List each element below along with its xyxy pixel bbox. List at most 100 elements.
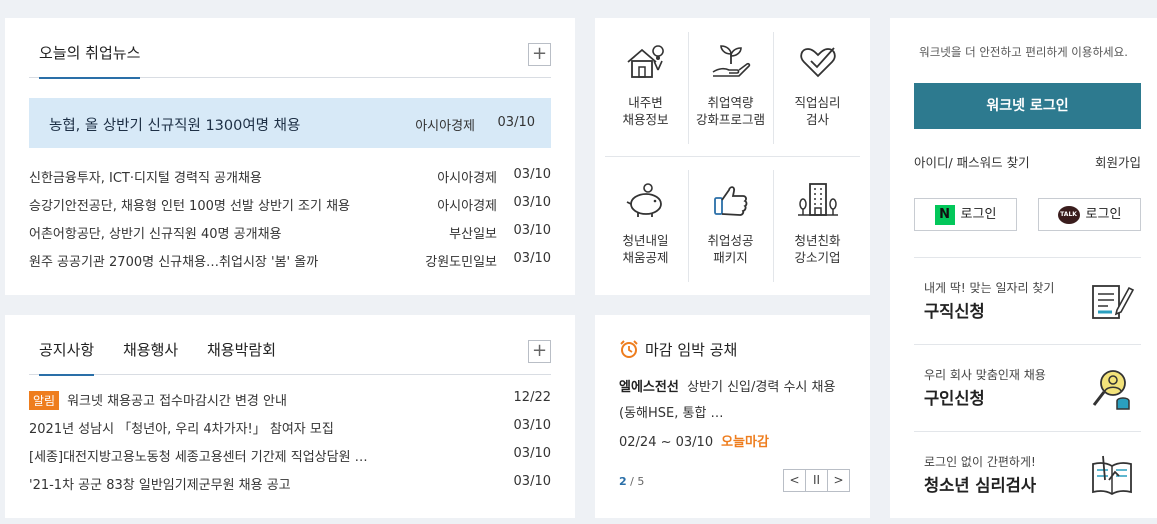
next-button[interactable]: > xyxy=(827,469,850,492)
pager-sep: / xyxy=(626,475,638,488)
news-item-title[interactable]: 어촌어항공단, 상반기 신규직원 40명 공개채용 xyxy=(29,223,409,242)
news-item-date: 03/10 xyxy=(513,223,551,238)
menu-label: 청년친화 xyxy=(794,233,841,248)
service-youth-psych-test[interactable]: 로그인 없이 간편하게! 청소년 심리검사 xyxy=(914,431,1141,518)
news-panel: 오늘의 취업뉴스 + 농협, 올 상반기 신규직원 1300여명 채용 아시아경… xyxy=(5,18,575,295)
pager-total: 5 xyxy=(637,475,645,488)
news-item-title[interactable]: 원주 공공기관 2700명 신규채용…취업시장 '봄' 올까 xyxy=(29,251,409,270)
headline-date: 03/10 xyxy=(497,115,535,130)
headline-source: 아시아경제 xyxy=(415,119,475,134)
deadline-company[interactable]: 엘에스전선 xyxy=(619,380,679,395)
news-item[interactable]: 신한금융투자, ICT·디지털 경력직 공개채용 아시아경제 03/10 xyxy=(29,161,551,189)
menu-youth-savings[interactable]: 청년내일채움공제 xyxy=(603,170,688,290)
news-item-source: 강원도민일보 xyxy=(425,255,497,270)
find-id-password-link[interactable]: 아이디/ 패스워드 찾기 xyxy=(914,152,1030,171)
menu-nearby-jobs[interactable]: 내주변 채용정보 xyxy=(603,32,688,152)
menu-career-program[interactable]: 취업역량강화프로그램 xyxy=(688,32,773,152)
divider xyxy=(773,170,774,282)
notice-item[interactable]: 알림 워크넷 채용공고 접수마감시간 변경 안내 12/22 xyxy=(29,384,551,412)
pause-button[interactable]: II xyxy=(805,469,828,492)
tab-job-fair[interactable]: 채용박람회 xyxy=(207,339,276,374)
service-sub: 우리 회사 맞춤인재 채용 xyxy=(924,368,1046,382)
notice-item-title[interactable]: 2021년 성남시 「청년아, 우리 4차가자!」 참여자 모집 xyxy=(29,418,469,437)
notice-item-date: 03/10 xyxy=(513,446,551,461)
news-more-button[interactable]: + xyxy=(528,43,551,66)
service-sub: 로그인 없이 간편하게! xyxy=(924,455,1036,469)
alarm-clock-icon xyxy=(620,340,638,358)
news-item[interactable]: 어촌어항공단, 상반기 신규직원 40명 공개채용 부산일보 03/10 xyxy=(29,217,551,245)
menu-success-package[interactable]: 취업성공패키지 xyxy=(688,170,773,290)
news-headline[interactable]: 농협, 올 상반기 신규직원 1300여명 채용 아시아경제 03/10 xyxy=(29,98,551,148)
join-link[interactable]: 회원가입 xyxy=(1095,152,1141,171)
worknet-login-button[interactable]: 워크넷 로그인 xyxy=(914,83,1141,129)
menu-small-giant-company[interactable]: 청년친화 강소기업 xyxy=(775,170,860,290)
news-item-source: 아시아경제 xyxy=(437,171,497,186)
notice-item-date: 12/22 xyxy=(513,390,551,405)
deadline-title-text: 마감 임박 공채 xyxy=(645,341,738,359)
service-title[interactable]: 구직신청 xyxy=(924,298,985,322)
deadline-job[interactable]: 엘에스전선 상반기 신입/경력 수시 채용(동해HSE, 통합 … xyxy=(619,375,850,427)
tab-recruit-event[interactable]: 채용행사 xyxy=(123,339,178,374)
login-panel: 워크넷을 더 안전하고 편리하게 이용하세요. 워크넷 로그인 아이디/ 패스워… xyxy=(890,18,1157,518)
notice-more-button[interactable]: + xyxy=(528,340,551,363)
kakao-talk-icon: TALK xyxy=(1057,205,1080,224)
house-location-icon xyxy=(626,45,664,78)
deadline-period: 02/24 ~ 03/10 오늘마감 xyxy=(619,431,769,450)
news-item-source: 아시아경제 xyxy=(437,199,497,214)
news-item-title[interactable]: 승강기안전공단, 채용형 인턴 100명 선발 상반기 조기 채용 xyxy=(29,195,409,214)
building-icon xyxy=(797,183,838,216)
menu-label: 검사 xyxy=(805,112,829,127)
menu-label: 강화프로그램 xyxy=(695,112,765,127)
menu-label: 청년내일 xyxy=(622,233,669,248)
menu-label: 직업심리 xyxy=(794,95,841,110)
menu-label: 채움공제 xyxy=(622,250,669,265)
news-item-date: 03/10 xyxy=(513,195,551,210)
thumbs-up-icon xyxy=(713,186,747,216)
menu-psych-test[interactable]: 직업심리검사 xyxy=(775,32,860,152)
heart-check-icon xyxy=(799,47,836,78)
carousel-controls: < II > xyxy=(783,469,850,492)
pager-current: 2 xyxy=(619,475,627,488)
magnifier-person-icon xyxy=(1092,370,1130,410)
naver-login-label: 로그인 xyxy=(960,207,997,222)
piggy-bank-icon xyxy=(626,183,662,217)
deadline-panel: 마감 임박 공채 엘에스전선 상반기 신입/경력 수시 채용(동해HSE, 통합… xyxy=(595,315,870,518)
news-list: 신한금융투자, ICT·디지털 경력직 공개채용 아시아경제 03/10 승강기… xyxy=(29,161,551,273)
service-title[interactable]: 청소년 심리검사 xyxy=(924,472,1036,496)
kakao-login-button[interactable]: TALK 로그인 xyxy=(1038,198,1141,231)
menu-label: 취업성공 xyxy=(707,233,754,248)
notice-item[interactable]: 2021년 성남시 「청년아, 우리 4차가자!」 참여자 모집 03/10 xyxy=(29,412,551,440)
prev-button[interactable]: < xyxy=(783,469,806,492)
news-tabbar: 오늘의 취업뉴스 + xyxy=(29,18,551,79)
notice-item[interactable]: '21-1차 공군 83창 일반임기제군무원 채용 공고 03/10 xyxy=(29,468,551,496)
service-job-seeker[interactable]: 내게 딱! 맞는 일자리 찾기 구직신청 xyxy=(914,257,1141,344)
deadline-today-badge: 오늘마감 xyxy=(721,435,769,450)
book-check-icon xyxy=(1092,455,1132,496)
service-title[interactable]: 구인신청 xyxy=(924,385,985,409)
notice-item-date: 03/10 xyxy=(513,474,551,489)
headline-title[interactable]: 농협, 올 상반기 신규직원 1300여명 채용 xyxy=(49,114,300,135)
tab-notice[interactable]: 공지사항 xyxy=(39,339,95,376)
menu-label: 취업역량 xyxy=(707,95,754,110)
naver-login-button[interactable]: N 로그인 xyxy=(914,198,1017,231)
menu-label: 패키지 xyxy=(713,250,748,265)
service-job-offer[interactable]: 우리 회사 맞춤인재 채용 구인신청 xyxy=(914,344,1141,431)
news-item-title[interactable]: 신한금융투자, ICT·디지털 경력직 공개채용 xyxy=(29,167,409,186)
deadline-dates: 02/24 ~ 03/10 xyxy=(619,435,714,450)
notice-item-title[interactable]: '21-1차 공군 83창 일반임기제군무원 채용 공고 xyxy=(29,474,469,493)
news-item[interactable]: 승강기안전공단, 채용형 인턴 100명 선발 상반기 조기 채용 아시아경제 … xyxy=(29,189,551,217)
notice-item-title[interactable]: [세종]대전지방고용노동청 세종고용센터 기간제 직업상담원 … xyxy=(29,446,469,465)
deadline-pager: 2 / 5 xyxy=(619,475,644,488)
notice-item[interactable]: [세종]대전지방고용노동청 세종고용센터 기간제 직업상담원 … 03/10 xyxy=(29,440,551,468)
divider xyxy=(605,156,860,157)
deadline-title: 마감 임박 공채 xyxy=(619,339,737,360)
news-item-source: 부산일보 xyxy=(449,227,497,242)
sprout-hand-icon xyxy=(712,45,750,77)
kakao-login-label: 로그인 xyxy=(1085,207,1122,222)
login-message: 워크넷을 더 안전하고 편리하게 이용하세요. xyxy=(919,45,1128,59)
news-item[interactable]: 원주 공공기관 2700명 신규채용…취업시장 '봄' 올까 강원도민일보 03… xyxy=(29,245,551,273)
notice-item-title[interactable]: 워크넷 채용공고 접수마감시간 변경 안내 xyxy=(67,394,287,409)
tab-today-news[interactable]: 오늘의 취업뉴스 xyxy=(39,42,141,79)
resume-pen-icon xyxy=(1092,285,1135,319)
naver-icon: N xyxy=(934,204,955,225)
